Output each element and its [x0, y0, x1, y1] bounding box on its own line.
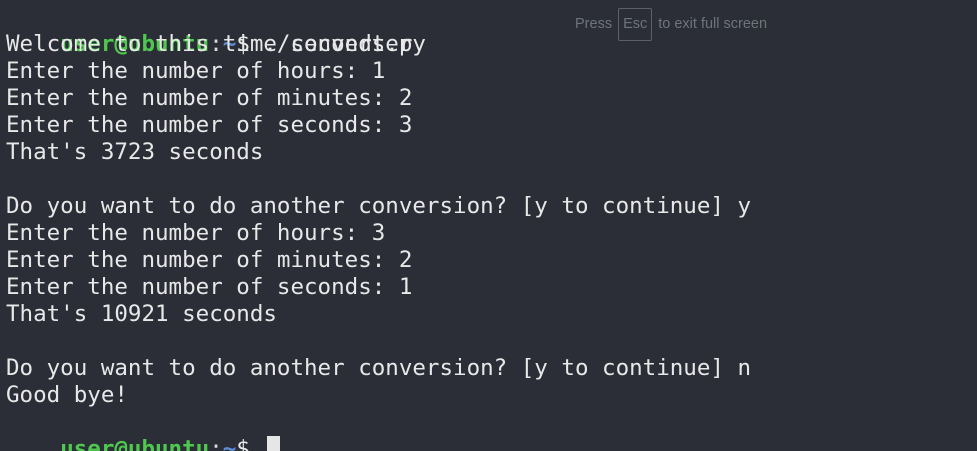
prompt-dollar: $: [236, 436, 264, 451]
fullscreen-hint-text: to exit full screen: [658, 16, 768, 32]
output-line: Do you want to do another conversion? [y…: [6, 193, 752, 219]
output-line: That's 3723 seconds: [6, 139, 264, 165]
output-line: Enter the number of minutes: 2: [6, 247, 413, 273]
output-line: Enter the number of minutes: 2: [6, 85, 413, 111]
fullscreen-hint-press: Press: [575, 16, 613, 32]
output-line: Enter the number of seconds: 3: [6, 112, 413, 138]
esc-key-badge: Esc: [618, 8, 653, 41]
output-line: Enter the number of hours: 3: [6, 220, 386, 246]
active-prompt-line[interactable]: user@ubuntu:~$: [6, 409, 977, 451]
terminal-window[interactable]: user@ubuntu:~$ ./seconds.py Welcome to t…: [0, 0, 977, 451]
text-cursor: [267, 436, 281, 451]
output-line: Welcome to this time converter: [6, 31, 413, 57]
prompt-user: user@ubuntu: [60, 436, 210, 451]
output-line: Enter the number of seconds: 1: [6, 274, 413, 300]
prompt-path: ~: [222, 436, 237, 451]
output-line: That's 10921 seconds: [6, 301, 277, 327]
output-line: Good bye!: [6, 382, 128, 408]
prompt-colon: :: [209, 436, 223, 451]
command-line: user@ubuntu:~$ ./seconds.py: [6, 4, 977, 57]
output-line: Enter the number of hours: 1: [6, 58, 386, 84]
fullscreen-hint: Press Esc to exit full screen: [575, 8, 767, 41]
output-line: Do you want to do another conversion? [y…: [6, 355, 752, 381]
